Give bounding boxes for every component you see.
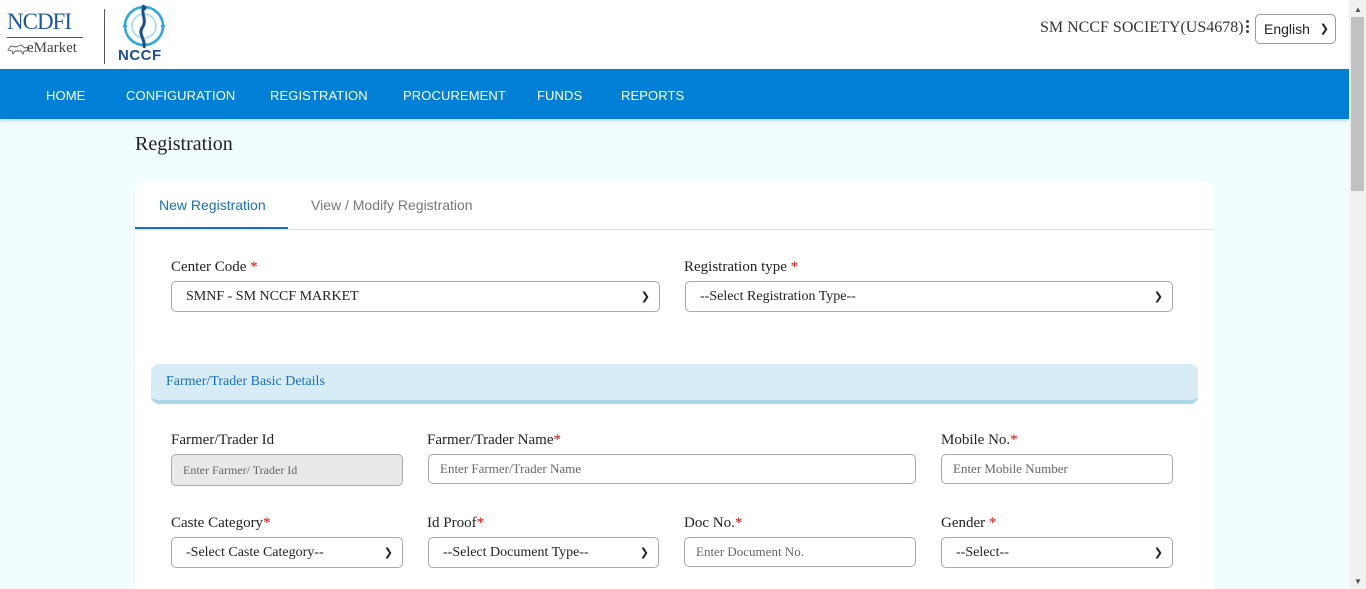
chevron-down-icon: ❯ bbox=[1153, 546, 1163, 559]
doc-no-label: Doc No.* bbox=[684, 515, 743, 531]
language-value: English bbox=[1264, 21, 1310, 37]
cow-icon bbox=[7, 44, 29, 56]
chevron-down-icon: ❯ bbox=[383, 546, 393, 559]
user-name[interactable]: SM NCCF SOCIETY(US4678) bbox=[1040, 19, 1244, 37]
registration-card: New Registration View / Modify Registrat… bbox=[135, 181, 1214, 589]
mobile-label: Mobile No.* bbox=[941, 432, 1018, 448]
caste-category-value: -Select Caste Category-- bbox=[186, 545, 324, 560]
center-code-label: Center Code * bbox=[171, 259, 258, 275]
doc-no-input[interactable]: Enter Document No. bbox=[684, 537, 916, 567]
registration-type-value: --Select Registration Type-- bbox=[700, 289, 856, 304]
farmer-id-label: Farmer/Trader Id bbox=[171, 432, 275, 448]
farmer-id-input: Enter Farmer/ Trader Id bbox=[171, 454, 403, 486]
caste-category-select[interactable]: -Select Caste Category-- ❯ bbox=[171, 537, 403, 568]
nav-home[interactable]: HOME bbox=[46, 88, 85, 103]
ncdfi-wordmark: NCDFI bbox=[7, 9, 72, 34]
nccf-logo[interactable]: NCCF bbox=[113, 2, 175, 66]
top-header: NCDFI eMarket NCCF SM NCCF SOCIETY(US467… bbox=[0, 0, 1349, 69]
scroll-thumb[interactable] bbox=[1351, 17, 1364, 191]
main-navbar: HOME CONFIGURATION REGISTRATION PROCUREM… bbox=[0, 69, 1349, 119]
farmer-name-input[interactable]: Enter Farmer/Trader Name bbox=[428, 454, 916, 484]
id-proof-value: --Select Document Type-- bbox=[443, 545, 589, 560]
language-select[interactable]: English ❯ bbox=[1255, 14, 1336, 44]
farmer-name-label: Farmer/Trader Name* bbox=[427, 432, 561, 448]
mobile-input[interactable]: Enter Mobile Number bbox=[941, 454, 1173, 484]
gender-label: Gender * bbox=[941, 515, 997, 531]
registration-type-select[interactable]: --Select Registration Type-- ❯ bbox=[685, 281, 1173, 312]
scroll-up-arrow-icon[interactable]: ▲ bbox=[1354, 5, 1362, 14]
caste-category-label: Caste Category* bbox=[171, 515, 271, 531]
registration-type-label: Registration type * bbox=[684, 259, 799, 275]
active-tab-indicator bbox=[135, 227, 288, 229]
page-scrollbar[interactable]: ▲ ▼ bbox=[1349, 0, 1366, 589]
id-proof-label: Id Proof* bbox=[427, 515, 485, 531]
tab-view-modify-registration[interactable]: View / Modify Registration bbox=[311, 197, 473, 213]
chevron-down-icon: ❯ bbox=[1153, 290, 1163, 303]
chevron-down-icon: ❯ bbox=[639, 546, 649, 559]
section-title: Farmer/Trader Basic Details bbox=[166, 374, 325, 389]
nav-reports[interactable]: REPORTS bbox=[621, 88, 684, 103]
nccf-wordmark: NCCF bbox=[118, 47, 162, 64]
logo-divider bbox=[104, 9, 105, 64]
center-code-select[interactable]: SMNF - SM NCCF MARKET ❯ bbox=[171, 281, 660, 312]
gender-select[interactable]: --Select-- ❯ bbox=[941, 537, 1173, 568]
tab-new-registration[interactable]: New Registration bbox=[159, 197, 266, 213]
gender-value: --Select-- bbox=[956, 545, 1009, 560]
chevron-down-icon: ❯ bbox=[640, 290, 650, 303]
tab-bar: New Registration View / Modify Registrat… bbox=[135, 181, 1214, 230]
scroll-down-arrow-icon[interactable]: ▼ bbox=[1354, 577, 1362, 586]
nav-configuration[interactable]: CONFIGURATION bbox=[126, 88, 235, 103]
nccf-emblem-icon bbox=[123, 4, 165, 49]
nav-registration[interactable]: REGISTRATION bbox=[270, 88, 368, 103]
ncdfi-emarket-logo[interactable]: NCDFI eMarket bbox=[7, 10, 87, 60]
nav-procurement[interactable]: PROCUREMENT bbox=[403, 88, 506, 103]
page-title: Registration bbox=[135, 133, 233, 155]
kebab-menu-icon[interactable] bbox=[1246, 20, 1250, 34]
center-code-value: SMNF - SM NCCF MARKET bbox=[186, 289, 359, 304]
id-proof-select[interactable]: --Select Document Type-- ❯ bbox=[428, 537, 659, 568]
logo-underline bbox=[7, 37, 83, 38]
nav-funds[interactable]: FUNDS bbox=[537, 88, 582, 103]
chevron-down-icon: ❯ bbox=[1319, 23, 1329, 35]
emarket-wordmark: eMarket bbox=[27, 40, 77, 56]
section-header-basic-details: Farmer/Trader Basic Details bbox=[151, 364, 1198, 404]
